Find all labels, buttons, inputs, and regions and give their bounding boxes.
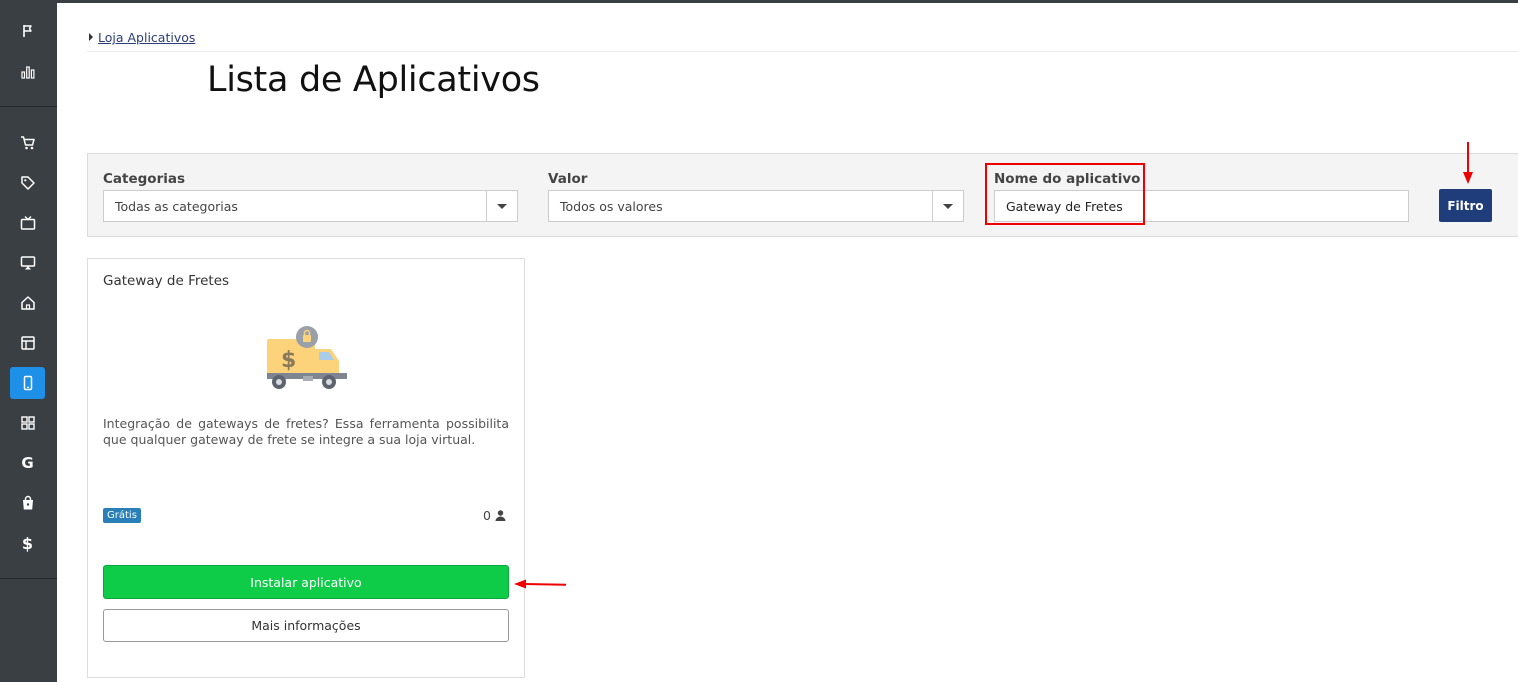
sidebar-item-layout[interactable]: [10, 327, 45, 359]
bar-chart-icon: [20, 66, 34, 79]
install-app-button[interactable]: Instalar aplicativo: [103, 565, 509, 599]
install-count-value: 0: [483, 508, 491, 523]
grid-icon: [20, 416, 35, 430]
sidebar-item-flag[interactable]: [10, 15, 45, 47]
svg-text:$: $: [281, 348, 296, 373]
more-info-button[interactable]: Mais informações: [103, 609, 509, 642]
delivery-truck-icon: $: [267, 326, 347, 389]
value-select[interactable]: Todos os valores: [548, 190, 964, 222]
sidebar: G $: [0, 0, 57, 682]
dollar-icon: $: [21, 533, 34, 553]
sidebar-item-google[interactable]: G: [10, 447, 45, 479]
app-name-label: Nome do aplicativo: [994, 171, 1141, 187]
flag-icon: [22, 25, 32, 37]
sidebar-item-display[interactable]: [10, 247, 45, 279]
chevron-down-icon: [486, 191, 517, 221]
breadcrumb-link-store[interactable]: Loja Aplicativos: [98, 30, 195, 45]
app-name-input[interactable]: [994, 190, 1409, 222]
google-icon: G: [21, 454, 34, 472]
sidebar-item-apps[interactable]: [10, 367, 45, 399]
home-icon: [20, 296, 35, 310]
sidebar-item-media[interactable]: [10, 207, 45, 239]
page-title: Lista de Aplicativos: [207, 60, 540, 100]
shopping-bag-icon: [22, 495, 33, 510]
categories-select[interactable]: Todas as categorias: [103, 190, 518, 222]
mobile-icon: [23, 375, 32, 391]
categories-label: Categorias: [103, 171, 185, 187]
user-icon: [495, 510, 506, 521]
sidebar-item-financial[interactable]: $: [10, 527, 45, 559]
sidebar-item-marketplace[interactable]: [10, 487, 45, 519]
app-card: Gateway de Fretes $ Integração de gatewa…: [87, 258, 525, 678]
top-bar: [0, 0, 1518, 3]
filter-button[interactable]: Filtro: [1439, 189, 1492, 222]
caret-right-icon: [89, 33, 93, 41]
value-select-value: Todos os valores: [560, 199, 663, 214]
tv-icon: [20, 216, 35, 230]
sidebar-divider: [0, 106, 57, 107]
sidebar-item-products[interactable]: [10, 167, 45, 199]
monitor-icon: [20, 256, 35, 270]
breadcrumb-divider: [87, 51, 1518, 52]
sidebar-item-store[interactable]: [10, 287, 45, 319]
sidebar-item-modules[interactable]: [10, 407, 45, 439]
cart-icon: [20, 136, 35, 150]
value-label: Valor: [548, 171, 588, 187]
categories-select-value: Todas as categorias: [115, 199, 238, 214]
sidebar-divider: [0, 578, 57, 579]
layout-icon: [20, 336, 35, 350]
breadcrumb: Loja Aplicativos: [89, 30, 195, 45]
filter-panel: Categorias Todas as categorias Valor Tod…: [87, 153, 1518, 237]
price-badge: Grátis: [103, 508, 141, 523]
sidebar-item-orders[interactable]: [10, 127, 45, 159]
tag-icon: [20, 176, 35, 190]
chevron-down-icon: [932, 191, 963, 221]
sidebar-item-reports[interactable]: [10, 56, 45, 88]
app-card-description: Integração de gateways de fretes? Essa f…: [103, 416, 509, 447]
app-card-title: Gateway de Fretes: [103, 273, 230, 289]
install-count: 0: [483, 508, 506, 523]
